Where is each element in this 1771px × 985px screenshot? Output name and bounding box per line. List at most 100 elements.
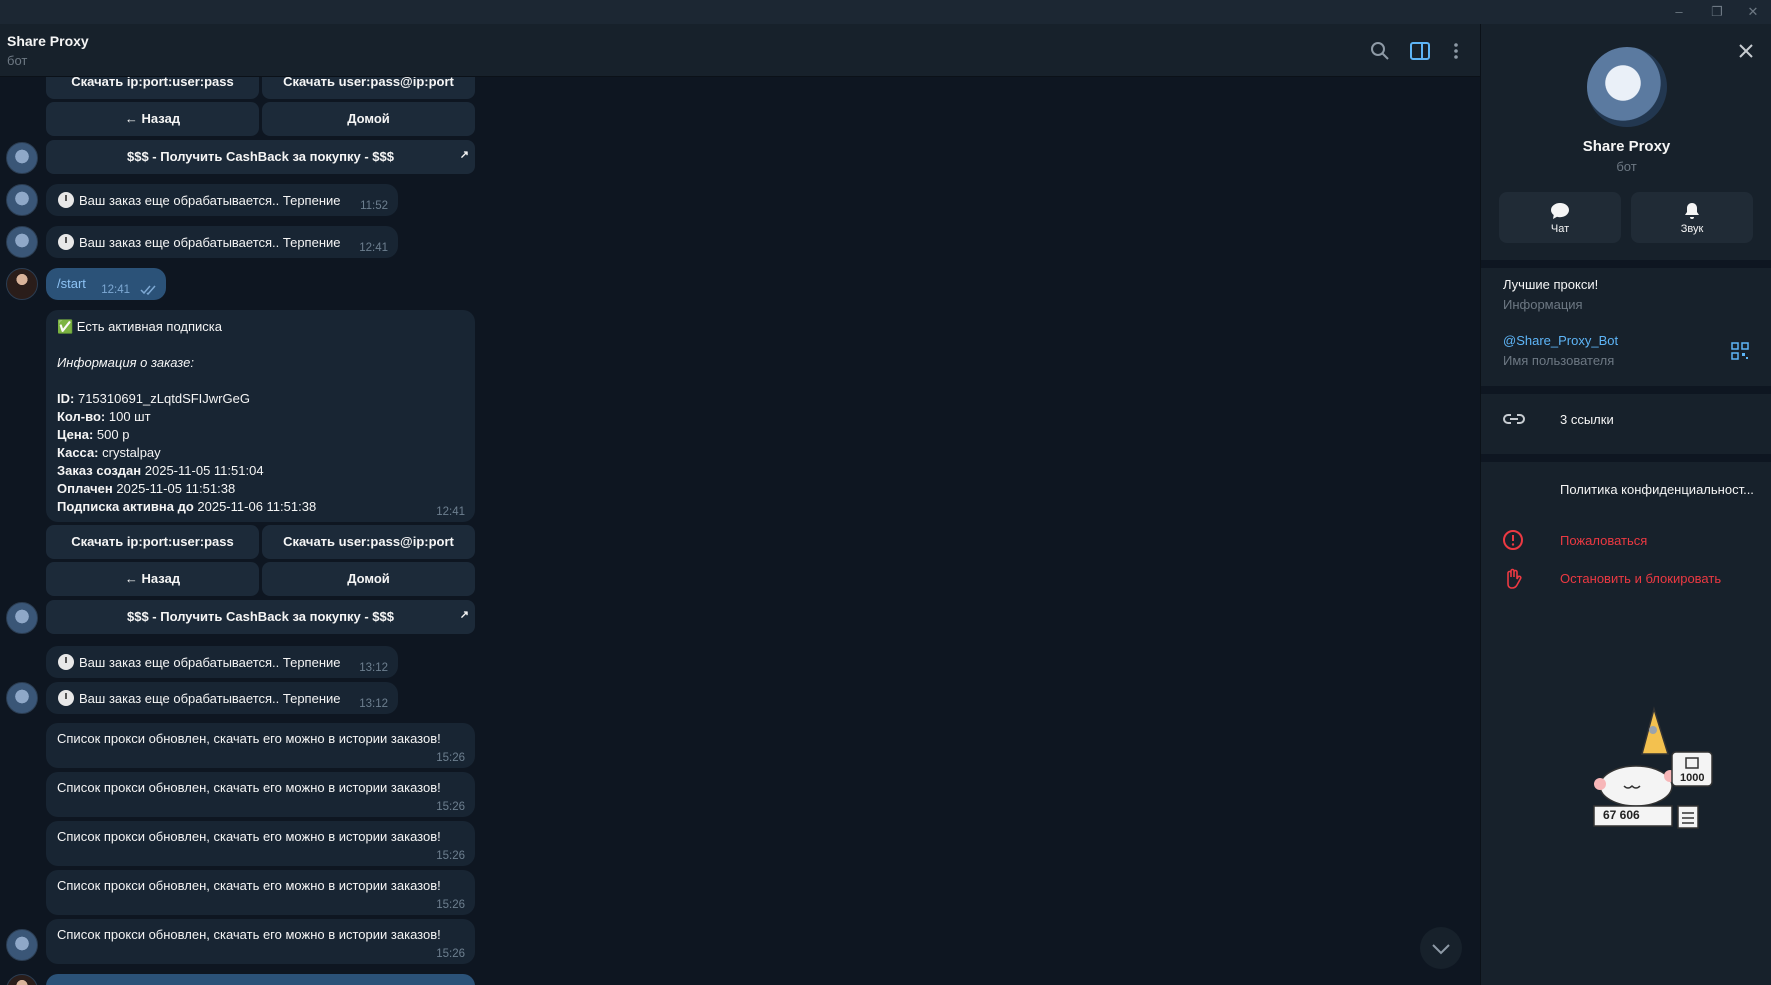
order-active-value: 2025-11-06 11:51:38 [197,499,317,514]
message-text: Список прокси обновлен, скачать его можн… [57,878,441,893]
divider [1481,454,1771,462]
message-bubble[interactable]: Список прокси обновлен, скачать его можн… [46,870,475,915]
bot-avatar[interactable] [6,602,38,634]
message-bubble[interactable]: Список прокси обновлен, скачать его можн… [46,821,475,866]
message-bubble[interactable]: Ваш заказ еще обрабатывается.. Терпение … [46,226,398,258]
clock-icon [58,690,74,706]
home-button[interactable]: Домой [262,562,475,596]
chat-bubble-icon [1551,203,1569,219]
sound-button[interactable]: Звук [1631,192,1753,243]
order-cash-label: Касса: [57,445,99,460]
chat-button-label: Чат [1550,223,1570,235]
order-paid-value: 2025-11-05 11:51:38 [116,481,236,496]
download-userpass-button[interactable]: Скачать user:pass@ip:port [262,77,475,99]
message-text: Ваш заказ еще обрабатывается.. Терпение [79,691,341,706]
message-bubble[interactable]: Ваш заказ еще обрабатывается.. Терпение … [46,682,398,714]
bell-icon [1685,203,1699,219]
user-avatar[interactable] [6,268,38,300]
outgoing-message[interactable]: /start 12:41 [46,268,166,300]
sidebar-toggle-icon[interactable] [1409,40,1431,62]
clock-icon [58,234,74,250]
message-time: 12:41 [359,242,388,254]
download-ipport-button[interactable]: Скачать ip:port:user:pass [46,525,259,559]
bot-avatar[interactable] [6,929,38,961]
order-created-label: Заказ создан [57,463,142,478]
bot-avatar[interactable] [6,184,38,216]
message-bubble[interactable]: Список прокси обновлен, скачать его можн… [46,772,475,817]
chevron-down-icon [1432,944,1450,955]
external-link-icon: ↗ [459,609,469,621]
sticker-badge: 1000 [1680,772,1705,784]
profile-avatar[interactable] [1587,47,1667,127]
message-time: 15:26 [436,899,465,911]
back-button[interactable]: ← Назад [46,562,259,596]
bot-avatar[interactable] [6,142,38,174]
message-bubble[interactable]: Ваш заказ еще обрабатывается.. Терпение … [46,646,398,678]
links-row[interactable]: 3 ссылки [1481,394,1771,444]
message-bubble[interactable]: Ваш заказ еще обрабатывается.. Терпение … [46,184,398,216]
report-row[interactable]: Пожаловаться [1481,524,1771,560]
order-cash-value: crystalpay [102,445,161,460]
order-heading: Информация о заказе: [57,355,194,370]
message-text: Список прокси обновлен, скачать его можн… [57,829,441,844]
profile-username[interactable]: @Share_Proxy_Bot [1503,333,1618,348]
message-list[interactable]: Скачать ip:port:user:pass Скачать user:p… [0,77,1480,985]
chat-header[interactable]: Share Proxy бот [0,24,1480,77]
external-link-icon: ↗ [459,149,469,161]
profile-type: бот [1616,159,1637,174]
subscription-status: ✅ Есть активная подписка [57,319,222,334]
message-time: 13:12 [359,698,388,710]
download-userpass-button[interactable]: Скачать user:pass@ip:port [262,525,475,559]
order-created-value: 2025-11-05 11:51:04 [144,463,264,478]
close-panel-icon[interactable] [1737,42,1755,60]
sticker-counter: 67 606 [1603,808,1640,822]
chat-subtitle: бот [7,53,28,68]
restore-icon[interactable]: ❐ [1707,2,1727,22]
bot-avatar[interactable] [6,682,38,714]
block-label: Остановить и блокировать [1560,571,1722,586]
message-time: 15:26 [436,850,465,862]
message-time: 15:26 [436,948,465,960]
order-qty-label: Кол-во: [57,409,106,424]
download-ipport-button[interactable]: Скачать ip:port:user:pass [46,77,259,99]
chat-button[interactable]: Чат [1499,192,1621,243]
user-avatar[interactable] [6,974,38,985]
message-time: 12:41 [101,284,130,296]
order-info-message[interactable]: ✅ Есть активная подписка Информация о за… [46,310,475,522]
order-id-label: ID: [57,391,75,406]
profile-name: Share Proxy [1582,138,1671,155]
bot-avatar[interactable] [6,226,38,258]
privacy-policy-link[interactable]: Политика конфиденциальност... [1560,482,1754,497]
hand-stop-icon [1507,568,1522,589]
message-text: Ваш заказ еще обрабатывается.. Терпение [79,193,341,208]
divider [1481,386,1771,394]
minimize-icon[interactable]: – [1669,2,1689,22]
profile-username-caption: Имя пользователя [1503,353,1615,368]
order-id-value: 715310691_zLqtdSFIJwrGeG [77,391,250,406]
search-icon[interactable] [1369,40,1391,62]
order-paid-label: Оплачен [57,481,113,496]
message-bubble[interactable]: Список прокси обновлен, скачать его можн… [46,723,475,768]
order-qty-value: 100 шт [108,409,151,424]
home-button[interactable]: Домой [262,102,475,136]
qr-code-icon[interactable] [1731,342,1749,360]
more-menu-icon[interactable] [1445,40,1467,62]
cashback-button[interactable]: $$$ - Получить CashBack за покупку - $$$… [46,140,475,174]
mascot-sticker: 67 606 1000 [1586,704,1736,854]
block-row[interactable]: Остановить и блокировать [1481,562,1771,598]
order-active-label: Подписка активна до [57,499,194,514]
profile-bio: Лучшие прокси! [1503,277,1599,292]
chat-title[interactable]: Share Proxy [7,33,89,49]
scroll-to-bottom-button[interactable] [1420,927,1462,969]
command-link[interactable]: /start [57,276,86,291]
cashback-button[interactable]: $$$ - Получить CashBack за покупку - $$$… [46,600,475,634]
clock-icon [58,192,74,208]
message-time: 12:41 [436,506,465,518]
message-bubble[interactable]: Список прокси обновлен, скачать его можн… [46,919,475,964]
outgoing-message[interactable] [46,974,475,985]
order-price-label: Цена: [57,427,94,442]
back-button[interactable]: ← Назад [46,102,259,136]
profile-panel: Share Proxy бот Чат Звук Лучшие прокси! … [1480,24,1771,985]
close-window-icon[interactable]: ✕ [1743,2,1763,22]
message-text: Ваш заказ еще обрабатывается.. Терпение [79,655,341,670]
